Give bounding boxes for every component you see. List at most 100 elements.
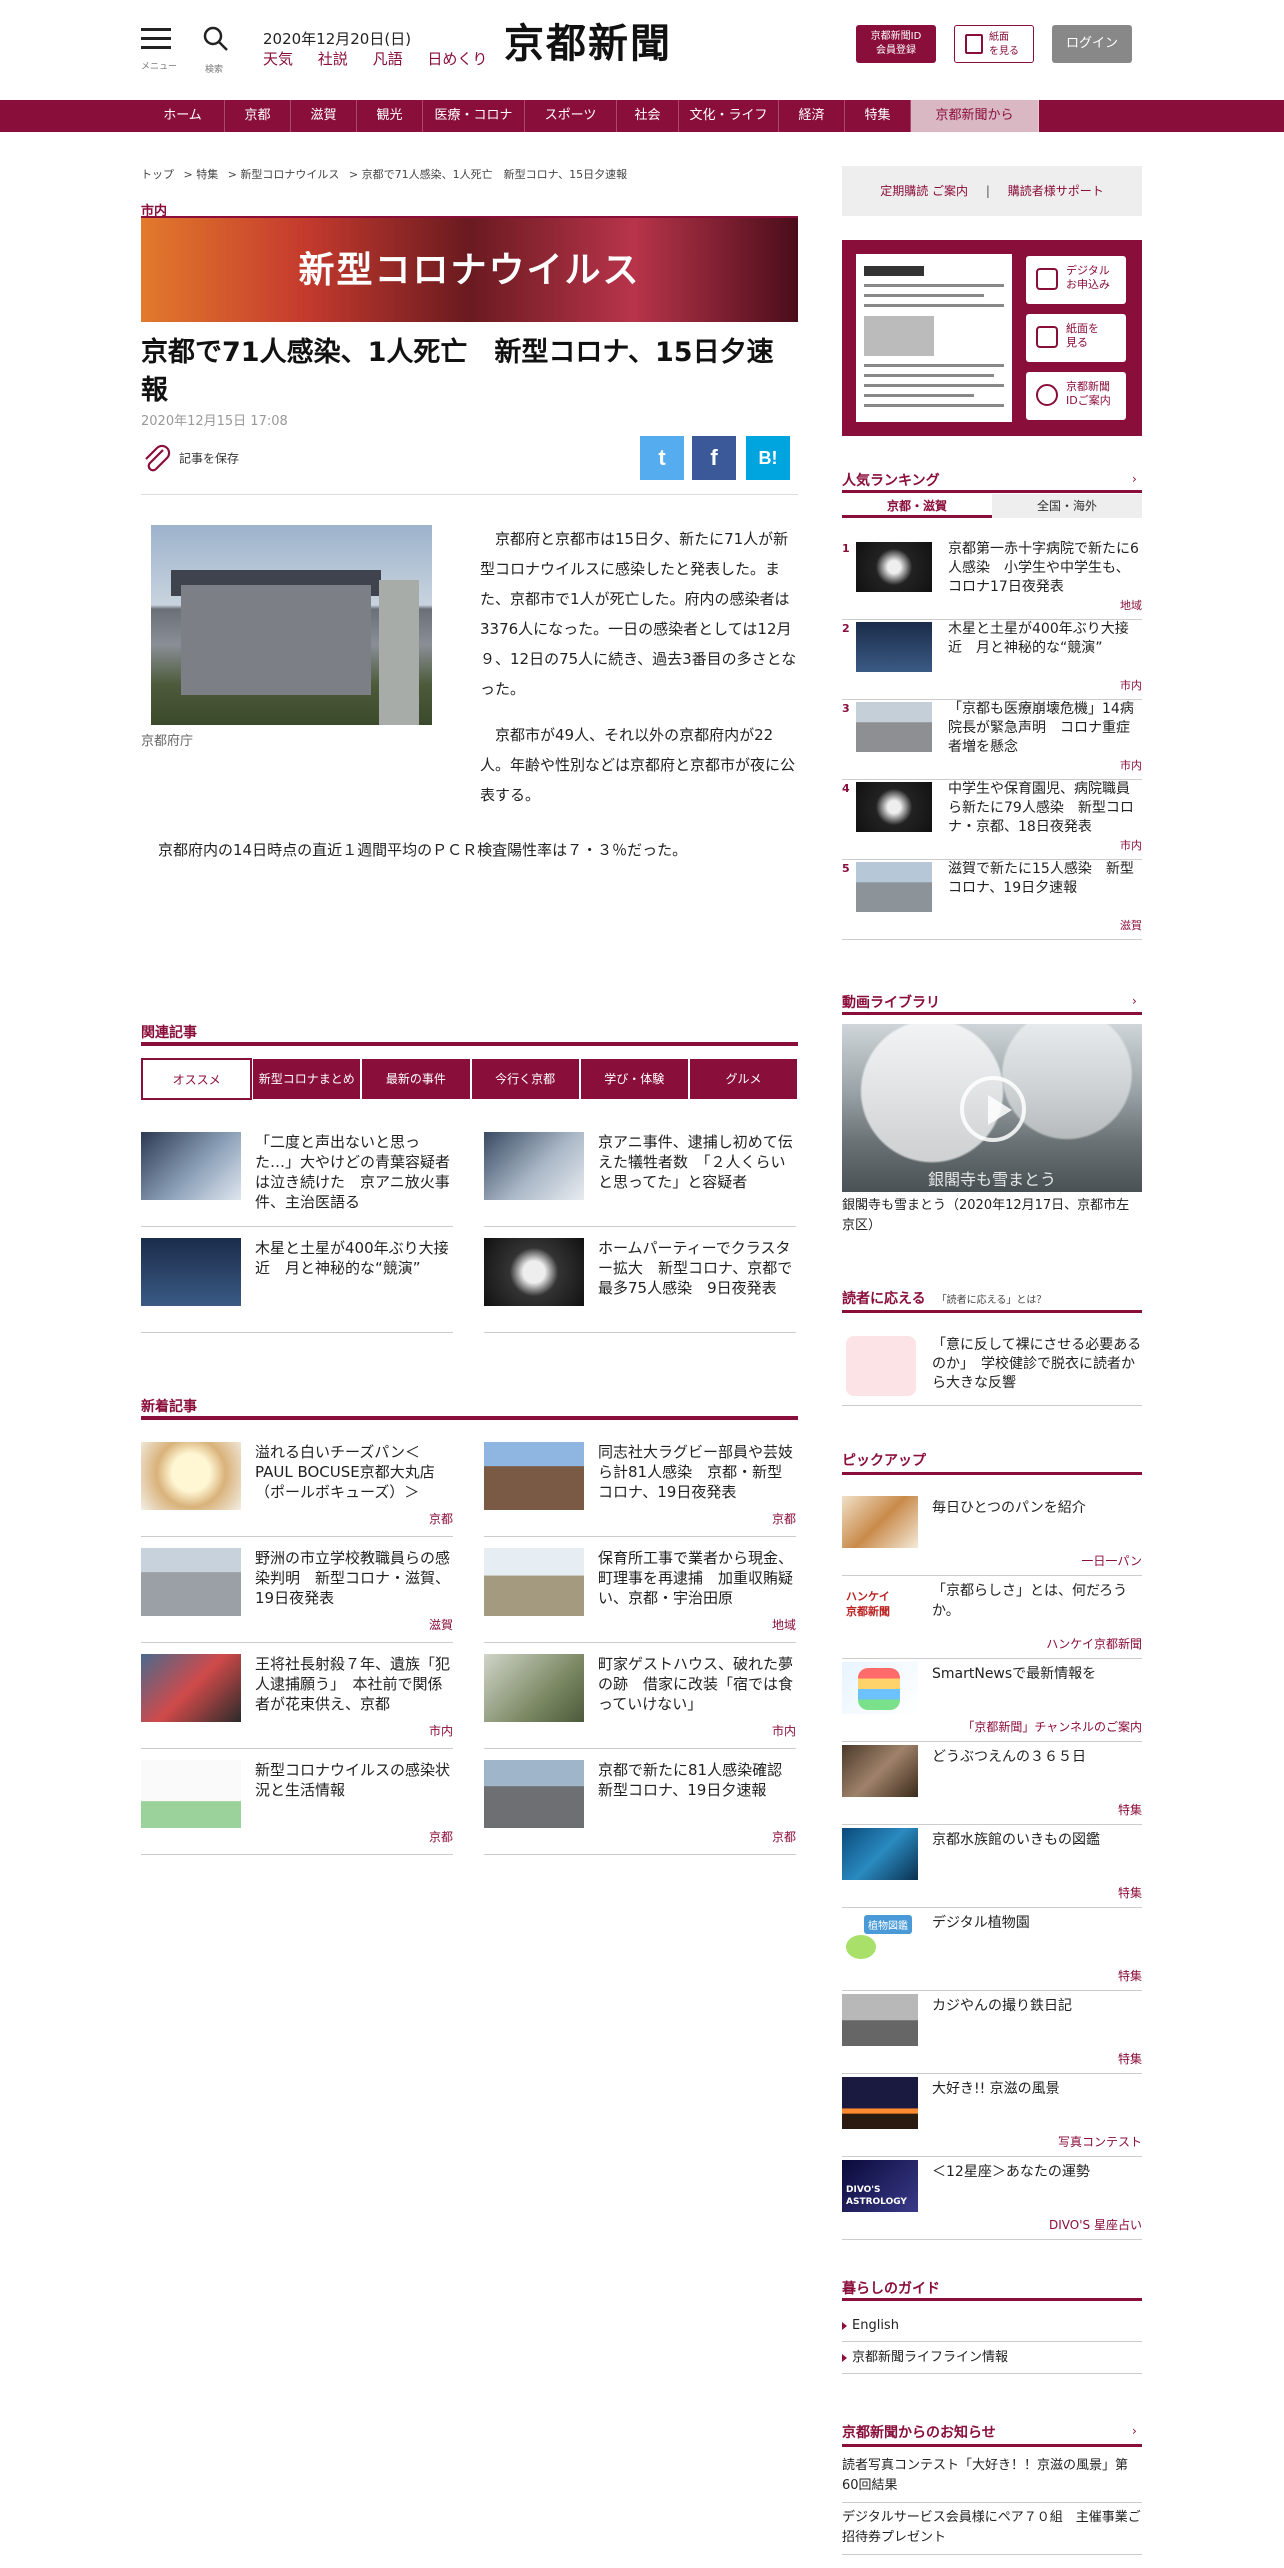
nav-item[interactable]: 社会 bbox=[617, 100, 679, 132]
article-thumbnail[interactable] bbox=[484, 1760, 584, 1828]
tab-corona-summary[interactable]: 新型コロナまとめ bbox=[252, 1058, 362, 1100]
nav-item[interactable]: スポーツ bbox=[525, 100, 617, 132]
video-player[interactable]: 銀閣寺も雪まとう bbox=[842, 1024, 1142, 1192]
pickup-title-text[interactable]: 京都水族館のいきもの図鑑 bbox=[932, 1830, 1142, 1850]
pickup-tag[interactable]: 特集 bbox=[1118, 1967, 1142, 1984]
pickup-thumbnail[interactable] bbox=[842, 1662, 918, 1714]
category-tag[interactable]: 京都 bbox=[429, 1828, 453, 1845]
pickup-thumbnail[interactable]: ハンケイ 京都新聞 bbox=[842, 1579, 918, 1631]
facebook-share-button[interactable]: f bbox=[692, 436, 736, 480]
pickup-title-text[interactable]: 「京都らしさ」とは、何だろうか。 bbox=[932, 1581, 1142, 1621]
article-thumbnail[interactable] bbox=[484, 1548, 584, 1616]
pickup-item[interactable]: 毎日ひとつのパンを紹介 一日一パン bbox=[842, 1494, 1142, 1576]
support-link[interactable]: 購読者様サポート bbox=[1008, 184, 1104, 198]
digital-apply-button[interactable]: デジタル お申込み bbox=[1026, 256, 1126, 304]
category-tag[interactable]: 市内 bbox=[1120, 757, 1142, 773]
category-tag[interactable]: 市内 bbox=[772, 1722, 796, 1739]
ranking-tab-kyoto-shiga[interactable]: 京都・滋賀 bbox=[842, 494, 992, 518]
chevron-right-icon[interactable]: › bbox=[1132, 2424, 1137, 2438]
article-thumbnail[interactable] bbox=[484, 1442, 584, 1510]
menu-button[interactable]: メニュー bbox=[141, 28, 177, 72]
ranking-item[interactable]: 5 滋賀で新たに15人感染 新型コロナ、19日夕速報 滋賀 bbox=[842, 860, 1142, 940]
category-tag[interactable]: 地域 bbox=[1120, 597, 1142, 613]
quicklink-bongo[interactable]: 凡語 bbox=[373, 50, 403, 68]
hatena-share-button[interactable]: B! bbox=[746, 436, 790, 480]
notice-item-2[interactable]: デジタルサービス会員様にペア７０組 主催事業ご招待券プレゼント bbox=[842, 2508, 1142, 2555]
latest-article[interactable]: 新型コロナウイルスの感染状況と生活情報京都 bbox=[141, 1760, 453, 1860]
latest-article-title[interactable]: 新型コロナウイルスの感染状況と生活情報 bbox=[255, 1760, 453, 1800]
search-button[interactable]: 検索 bbox=[203, 26, 239, 75]
category-tag[interactable]: 地域 bbox=[772, 1616, 796, 1633]
pickup-item[interactable]: 大好き!! 京滋の風景写真コンテスト bbox=[842, 2075, 1142, 2157]
ranking-title[interactable]: 人気ランキング bbox=[842, 470, 940, 490]
nav-item[interactable]: 特集 bbox=[845, 100, 911, 132]
pickup-tag[interactable]: 写真コンテスト bbox=[1058, 2133, 1142, 2150]
category-tag[interactable]: 滋賀 bbox=[1120, 917, 1142, 933]
pickup-tag[interactable]: 特集 bbox=[1118, 2050, 1142, 2067]
article-thumbnail[interactable] bbox=[141, 1238, 241, 1306]
article-thumbnail[interactable] bbox=[141, 1654, 241, 1722]
view-paper-side-button[interactable]: 紙面を 見る bbox=[1026, 314, 1126, 362]
related-article[interactable]: 木星と土星が400年ぶり大接近 月と神秘的な“競演” bbox=[141, 1238, 453, 1338]
guide-english-link[interactable]: English bbox=[842, 2310, 1142, 2342]
pickup-item[interactable]: ハンケイ 京都新聞 「京都らしさ」とは、何だろうか。ハンケイ京都新聞 bbox=[842, 1577, 1142, 1659]
breadcrumb-corona[interactable]: > 新型コロナウイルス bbox=[228, 168, 340, 181]
latest-article[interactable]: 保育所工事で業者から現金、町理事を再逮捕 加重収賄疑い、京都・宇治田原地域 bbox=[484, 1548, 796, 1648]
ranking-thumbnail[interactable] bbox=[856, 702, 932, 752]
category-tag[interactable]: 滋賀 bbox=[429, 1616, 453, 1633]
view-paper-button[interactable]: 紙面 を見る bbox=[954, 25, 1034, 63]
pickup-tag[interactable]: ハンケイ京都新聞 bbox=[1046, 1635, 1142, 1652]
latest-article[interactable]: 同志社大ラグビー部員や芸妓ら計81人感染 京都・新型コロナ、19日夜発表 京都 bbox=[484, 1442, 796, 1542]
site-logo[interactable]: 京都新聞 bbox=[504, 18, 714, 70]
nav-item[interactable]: 観光 bbox=[357, 100, 423, 132]
pickup-thumbnail[interactable]: DIVO'S ASTROLOGY bbox=[842, 2160, 918, 2212]
notice-title[interactable]: 京都新聞からのお知らせ bbox=[842, 2422, 996, 2442]
ranking-title-text[interactable]: 滋賀で新たに15人感染 新型コロナ、19日夕速報 bbox=[948, 860, 1142, 898]
quicklink-editorial[interactable]: 社説 bbox=[318, 50, 348, 68]
latest-article[interactable]: 王将社長射殺７年、遺族「犯人逮捕願う」 本社前で関係者が花束供え、京都 市内 bbox=[141, 1654, 453, 1754]
article-thumbnail[interactable] bbox=[141, 1548, 241, 1616]
category-tag[interactable]: 市内 bbox=[429, 1722, 453, 1739]
latest-article-title[interactable]: 同志社大ラグビー部員や芸妓ら計81人感染 京都・新型コロナ、19日夜発表 bbox=[598, 1442, 796, 1502]
pickup-tag[interactable]: 「京都新聞」チャンネルのご案内 bbox=[962, 1718, 1142, 1735]
pickup-item[interactable]: どうぶつえんの３６５日 特集 bbox=[842, 1743, 1142, 1825]
notice-item-1[interactable]: 読者写真コンテスト「大好き！！京滋の風景」第60回結果 bbox=[842, 2456, 1142, 2503]
nav-item[interactable]: 京都新聞から bbox=[911, 100, 1039, 132]
pickup-thumbnail[interactable] bbox=[842, 1994, 918, 2046]
article-thumbnail[interactable] bbox=[141, 1132, 241, 1200]
category-tag[interactable]: 市内 bbox=[1120, 677, 1142, 693]
pickup-title-text[interactable]: 大好き!! 京滋の風景 bbox=[932, 2079, 1142, 2099]
article-thumbnail[interactable] bbox=[141, 1442, 241, 1510]
related-article-title[interactable]: 木星と土星が400年ぶり大接近 月と神秘的な“競演” bbox=[255, 1238, 453, 1278]
tab-latest-incidents[interactable]: 最新の事件 bbox=[361, 1058, 471, 1100]
id-info-button[interactable]: 京都新聞 IDご案内 bbox=[1026, 372, 1126, 420]
reader-title[interactable]: 読者に応える bbox=[842, 1291, 926, 1307]
category-tag[interactable]: 京都 bbox=[429, 1510, 453, 1527]
pickup-thumbnail[interactable] bbox=[842, 1828, 918, 1880]
ranking-item[interactable]: 1 京都第一赤十字病院で新たに6人感染 小学生や中学生も、コロナ17日夜発表 地域 bbox=[842, 540, 1142, 620]
reader-item[interactable]: 「意に反して裸にさせる必要あるのか」 学校健診で脱衣に読者から大きな反響 bbox=[842, 1336, 1142, 1406]
pickup-item[interactable]: 京都水族館のいきもの図鑑 特集 bbox=[842, 1826, 1142, 1908]
pickup-item[interactable]: DIVO'S ASTROLOGY ＜12星座＞あなたの運勢 DIVO'S 星座占い bbox=[842, 2158, 1142, 2240]
tab-kyoto-now[interactable]: 今行く京都 bbox=[470, 1058, 580, 1100]
pickup-item[interactable]: カジやんの撮り鉄日記 特集 bbox=[842, 1992, 1142, 2074]
latest-article[interactable]: 野洲の市立学校教職員らの感染判明 新型コロナ・滋賀、19日夜発表滋賀 bbox=[141, 1548, 453, 1648]
category-tag[interactable]: 市内 bbox=[1120, 837, 1142, 853]
pickup-title-text[interactable]: ＜12星座＞あなたの運勢 bbox=[932, 2162, 1142, 2182]
latest-article-title[interactable]: 京都で新たに81人感染確認 新型コロナ、19日夕速報 bbox=[598, 1760, 797, 1800]
id-register-button[interactable]: 京都新聞ID 会員登録 bbox=[856, 25, 936, 63]
save-article-button[interactable]: 記事を保存 bbox=[141, 444, 239, 474]
quicklink-calendar[interactable]: 日めくり bbox=[427, 50, 487, 68]
chevron-right-icon[interactable]: › bbox=[1132, 472, 1137, 486]
ranking-title-text[interactable]: 中学生や保育園児、病院職員ら新たに79人感染 新型コロナ・京都、18日夜発表 bbox=[948, 780, 1142, 837]
latest-article-title[interactable]: 溢れる白いチーズパン＜PAUL BOCUSE京都大丸店（ポールボキューズ）＞ bbox=[255, 1442, 453, 1502]
pickup-thumbnail[interactable] bbox=[842, 1745, 918, 1797]
latest-article-title[interactable]: 保育所工事で業者から現金、町理事を再逮捕 加重収賄疑い、京都・宇治田原 bbox=[598, 1548, 796, 1608]
pickup-thumbnail[interactable] bbox=[842, 2077, 918, 2129]
pickup-title-text[interactable]: SmartNewsで最新情報を bbox=[932, 1664, 1142, 1684]
reader-about-link[interactable]: 「読者に応える」とは？ bbox=[937, 1295, 1047, 1306]
nav-item[interactable]: ホーム bbox=[141, 100, 225, 132]
tab-gourmet[interactable]: グルメ bbox=[688, 1058, 799, 1100]
latest-article[interactable]: 京都で新たに81人感染確認 新型コロナ、19日夕速報 京都 bbox=[484, 1760, 797, 1860]
latest-article-title[interactable]: 野洲の市立学校教職員らの感染判明 新型コロナ・滋賀、19日夜発表 bbox=[255, 1548, 453, 1608]
